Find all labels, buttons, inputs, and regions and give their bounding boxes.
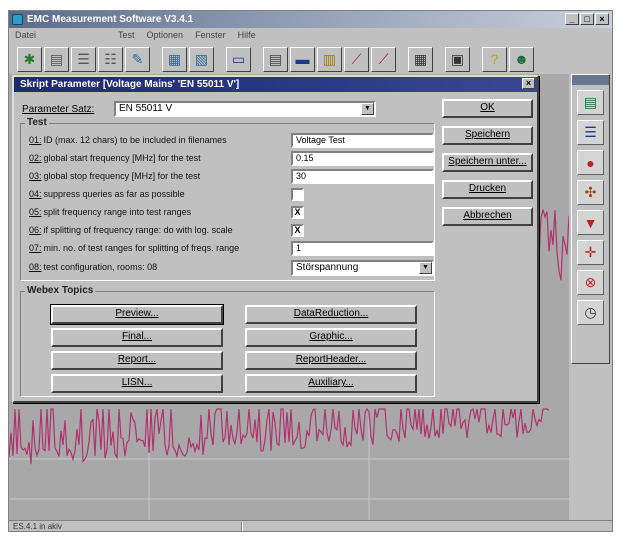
test-group: Test 01: ID (max. 12 chars) to be include… <box>20 117 435 281</box>
chart-icon[interactable]: ⟋ <box>344 46 369 72</box>
auxiliary-button[interactable]: Auxiliary... <box>245 374 417 393</box>
wand-icon[interactable]: ✎ <box>125 46 150 72</box>
chart-icon[interactable]: ▦ <box>408 46 433 72</box>
maximize-button[interactable]: □ <box>580 13 594 25</box>
print-button[interactable]: Drucken <box>442 180 533 199</box>
stop-frequency-input[interactable]: 30 <box>291 169 434 184</box>
menu-test[interactable]: Test <box>118 28 135 42</box>
field-label-08: 08: test configuration, rooms: 08 <box>29 262 158 272</box>
split-frequency-checkbox[interactable]: X <box>291 206 304 219</box>
minimize-button[interactable]: _ <box>565 13 579 25</box>
webex-topics-group: Webex Topics Preview... Final... Report.… <box>20 285 435 397</box>
field-label-02: 02: global start frequency [MHz] for the … <box>29 153 201 163</box>
user-icon[interactable]: ☻ <box>509 46 534 72</box>
save-button[interactable]: Speichern <box>442 126 533 145</box>
menu-fenster[interactable]: Fenster <box>195 28 226 42</box>
stop-icon[interactable]: ⊗ <box>577 270 604 295</box>
ok-button[interactable]: OK <box>442 99 533 118</box>
app-title: EMC Measurement Software V3.4.1 <box>27 14 194 25</box>
field-label-06: 06: if splitting of frequency range: do w… <box>29 225 233 235</box>
start-frequency-input[interactable]: 0.15 <box>291 151 434 166</box>
field-label-01: 01: ID (max. 12 chars) to be included in … <box>29 135 227 145</box>
chart-icon[interactable]: ▥ <box>317 46 342 72</box>
menu-bar: Datei Test Optionen Fenster Hilfe <box>9 28 612 42</box>
document-icon[interactable]: ▤ <box>44 46 69 72</box>
tools-icon[interactable]: ✱ <box>17 46 42 72</box>
cancel-button[interactable]: Abbrechen <box>442 207 533 226</box>
dialog-titlebar: Skript Parameter [Voltage Mains' 'EN 550… <box>14 77 537 92</box>
toolbar: ✱ ▤ ☰ ☷ ✎ ▦ ▧ ▭ ▤ ▬ ▥ ⟋ ⟋ ▦ ▣ ? ☻ <box>9 44 612 74</box>
script-parameter-dialog: Skript Parameter [Voltage Mains' 'EN 550… <box>12 75 539 403</box>
menu-hilfe[interactable]: Hilfe <box>238 28 256 42</box>
test-configuration-value: Störspannung <box>296 262 359 273</box>
data-reduction-button[interactable]: DataReduction... <box>245 305 417 324</box>
menu-optionen[interactable]: Optionen <box>147 28 184 42</box>
chart-icon[interactable]: ▤ <box>263 46 288 72</box>
test-group-title: Test <box>25 117 49 128</box>
webex-group-title: Webex Topics <box>25 285 96 296</box>
dialog-title: Skript Parameter [Voltage Mains' 'EN 550… <box>20 79 240 90</box>
graphic-button[interactable]: Graphic... <box>245 328 417 347</box>
lisn-button[interactable]: LISN... <box>51 374 223 393</box>
chart-icon[interactable]: ⟋ <box>371 46 396 72</box>
chart-icon[interactable]: ▣ <box>445 46 470 72</box>
chevron-down-icon[interactable]: ▼ <box>419 262 432 274</box>
field-label-04: 04: suppress queries as far as possible <box>29 189 185 199</box>
save-as-button[interactable]: Speichern unter... <box>442 153 533 172</box>
monitor-icon[interactable]: ▭ <box>226 46 251 72</box>
clock-icon[interactable]: ◷ <box>577 300 604 325</box>
status-text: ES.4.1 in akiv <box>13 522 62 531</box>
settings-icon[interactable]: ✣ <box>577 180 604 205</box>
close-button[interactable]: × <box>595 13 609 25</box>
app-titlebar: EMC Measurement Software V3.4.1 _ □ × <box>9 11 612 28</box>
menu-datei[interactable]: Datei <box>15 28 36 42</box>
preview-button[interactable]: Preview... <box>50 304 224 325</box>
chart-icon[interactable]: ▦ <box>162 46 187 72</box>
list-icon[interactable]: ☰ <box>577 120 604 145</box>
target-icon[interactable]: ✛ <box>577 240 604 265</box>
field-label-05: 05: split frequency range into test range… <box>29 207 192 217</box>
filename-id-input[interactable]: Voltage Test <box>291 133 434 148</box>
window-controls: _ □ × <box>565 13 609 25</box>
cart-icon[interactable]: ▼ <box>577 210 604 235</box>
right-tool-panel: ▤ ☰ ● ✣ ▼ ✛ ⊗ ◷ <box>571 74 610 364</box>
parameter-set-value: EN 55011 V <box>119 103 173 114</box>
dialog-close-button[interactable]: × <box>522 78 535 89</box>
suppress-queries-checkbox[interactable] <box>291 188 304 201</box>
right-panel-titlebar <box>572 75 609 85</box>
final-button[interactable]: Final... <box>51 328 223 347</box>
report-icon[interactable]: ▤ <box>577 90 604 115</box>
report-header-button[interactable]: ReportHeader... <box>245 351 417 370</box>
parameter-set-select[interactable]: EN 55011 V ▼ <box>114 101 376 117</box>
help-icon[interactable]: ? <box>482 46 507 72</box>
chevron-down-icon[interactable]: ▼ <box>361 103 374 115</box>
field-label-07: 07: min. no. of test ranges for splitting… <box>29 243 240 253</box>
status-bar: ES.4.1 in akiv <box>9 520 612 531</box>
app-icon <box>12 14 23 25</box>
list-icon[interactable]: ☷ <box>98 46 123 72</box>
test-configuration-select[interactable]: Störspannung ▼ <box>291 260 434 276</box>
min-test-ranges-input[interactable]: 1 <box>291 241 434 256</box>
status-separator <box>241 522 243 531</box>
list-icon[interactable]: ☰ <box>71 46 96 72</box>
parameter-set-row: Parameter Satz: EN 55011 V ▼ <box>22 101 376 117</box>
log-scale-checkbox[interactable]: X <box>291 224 304 237</box>
chart-icon[interactable]: ▬ <box>290 46 315 72</box>
field-label-03: 03: global stop frequency [MHz] for the t… <box>29 171 201 181</box>
parameter-set-label: Parameter Satz: <box>22 103 95 115</box>
chart-icon[interactable]: ▧ <box>189 46 214 72</box>
lip-icon[interactable]: ● <box>577 150 604 175</box>
report-button[interactable]: Report... <box>51 351 223 370</box>
